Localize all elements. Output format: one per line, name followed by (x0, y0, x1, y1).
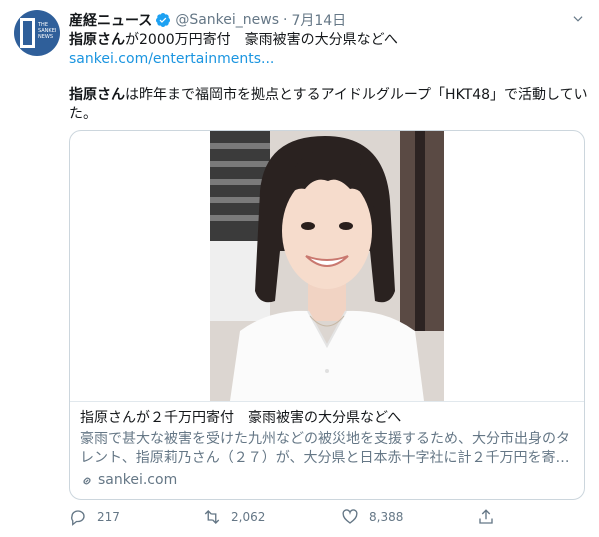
like-count: 8,388 (369, 510, 404, 524)
share-action[interactable] (477, 508, 505, 526)
account-handle[interactable]: @Sankei_news (175, 12, 279, 28)
like-action[interactable]: 8,388 (341, 508, 403, 526)
reply-icon (71, 510, 85, 526)
retweet-action[interactable]: 2,062 (203, 508, 265, 526)
avatar[interactable]: THE SANKEI NEWS (14, 10, 60, 56)
retweet-icon (204, 510, 220, 524)
tweet-link[interactable]: sankei.com/entertainments... (69, 50, 274, 69)
link-icon (83, 477, 91, 484)
sankei-logo: THE SANKEI NEWS (20, 18, 56, 48)
verified-badge-icon (156, 13, 171, 27)
card-photo[interactable] (210, 131, 444, 401)
card-title[interactable]: 指原さんが２千万円寄付 豪雨被害の大分県などへ (80, 409, 401, 428)
tweet-date[interactable]: 7月14日 (291, 10, 346, 30)
tweet-header: 産経ニュース @Sankei_news · 7月14日 (69, 10, 346, 30)
tweet-text-line1: 指原さんが2000万円寄付 豪雨被害の大分県などへ (69, 32, 398, 48)
card-description: 豪雨で甚大な被害を受けた九州などの被災地を支援するため、大分市出身のタレント、指… (80, 431, 570, 466)
tweet-actions: 217 2,062 8,388 (69, 508, 549, 530)
heart-icon (342, 509, 358, 524)
reply-count: 217 (97, 510, 120, 524)
reply-action[interactable]: 217 (69, 508, 120, 526)
card-divider (70, 401, 584, 402)
tweet: THE SANKEI NEWS 産経ニュース @Sankei_news · 7月… (0, 0, 599, 537)
link-card[interactable]: 指原さんが２千万円寄付 豪雨被害の大分県などへ 豪雨で甚大な被害を受けた九州など… (69, 130, 585, 500)
retweet-count: 2,062 (231, 510, 266, 524)
tweet-text-line2: 指原さんは昨年まで福岡市を拠点とするアイドルグループ「HKT48」で活動していた… (69, 87, 588, 122)
card-domain: sankei.com (80, 471, 177, 490)
share-icon (479, 509, 493, 524)
account-name[interactable]: 産経ニュース (69, 10, 152, 30)
separator-dot: · (283, 12, 288, 28)
chevron-down-icon[interactable] (571, 12, 585, 26)
